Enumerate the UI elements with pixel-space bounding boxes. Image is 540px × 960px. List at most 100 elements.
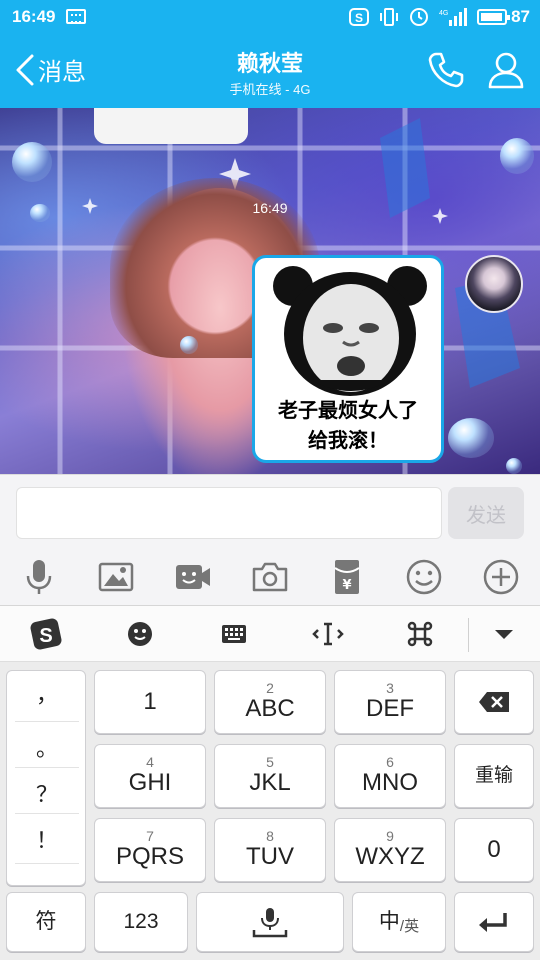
enter-icon xyxy=(479,913,507,932)
svg-text:4G: 4G xyxy=(439,10,448,17)
key-9[interactable]: 9 WXYZ xyxy=(334,818,446,882)
status-bar: 16:49 S 4G 87 xyxy=(0,0,540,34)
keyboard-toolbar: S xyxy=(0,606,540,662)
water-drop xyxy=(180,336,198,354)
contact-name: 赖秋莹 xyxy=(236,51,303,76)
water-drop xyxy=(448,418,494,458)
chat-header: 消息 赖秋莹 手机在线 - 4G xyxy=(0,34,540,108)
space-voice-key[interactable] xyxy=(196,892,344,952)
message-notification-icon xyxy=(66,9,86,24)
message-input[interactable] xyxy=(16,487,442,539)
key-9-num: 9 xyxy=(386,828,394,844)
meme-caption-line1: 老子最烦女人了 xyxy=(278,400,418,422)
signal-icon: 4G xyxy=(439,8,468,26)
svg-text:S: S xyxy=(39,625,52,647)
collapse-keyboard-icon[interactable] xyxy=(484,614,524,654)
svg-text:S: S xyxy=(355,11,363,25)
voice-input-icon xyxy=(252,908,288,938)
emoticon-icon[interactable] xyxy=(120,614,160,654)
punct-divider xyxy=(15,863,79,864)
key-3-num: 3 xyxy=(386,680,394,696)
sticker-message-bubble[interactable]: 老子最烦女人了 给我滚！ xyxy=(252,255,444,463)
key-6-num: 6 xyxy=(386,754,394,770)
punct-period[interactable]: 。 xyxy=(15,731,79,763)
key-8-label: TUV xyxy=(246,843,294,870)
key-7-label: PQRS xyxy=(115,843,184,870)
backspace-icon xyxy=(479,692,509,712)
key-4[interactable]: 4 GHI xyxy=(94,744,206,808)
symbol-label: 符 xyxy=(35,910,57,933)
status-time: 16:49 xyxy=(12,7,56,26)
symbol-key[interactable]: 符 xyxy=(6,892,86,952)
water-drop xyxy=(500,138,534,174)
sogou-logo-icon[interactable]: S xyxy=(26,614,66,654)
key-2-label: ABC xyxy=(245,695,295,722)
backspace-key[interactable] xyxy=(454,670,534,734)
battery-icon xyxy=(477,9,511,25)
key-7[interactable]: 7 PQRS xyxy=(94,818,206,882)
previous-message-bubble[interactable] xyxy=(94,108,248,144)
alarm-icon xyxy=(410,8,429,26)
battery-indicator: 87 xyxy=(477,7,530,27)
t9-keyboard: ， 。 ？ ！ 1 2 ABC 3 DEF 4 GHI 5 JKL 6 MNO … xyxy=(0,662,540,960)
back-button[interactable]: 消息 xyxy=(14,52,86,87)
video-call-icon[interactable] xyxy=(173,557,213,597)
water-drop xyxy=(506,458,522,474)
contact-status: 手机在线 - 4G xyxy=(229,82,311,97)
chat-area[interactable]: 16:49 老子最烦女人了 给我滚！ xyxy=(0,108,540,474)
meme-caption: 老子最烦女人了 给我滚！ xyxy=(255,396,441,456)
key-2-num: 2 xyxy=(266,680,274,696)
image-icon[interactable] xyxy=(96,557,136,597)
cursor-move-icon[interactable] xyxy=(308,614,348,654)
sogou-status-icon: S xyxy=(349,8,370,26)
enter-key[interactable] xyxy=(454,892,534,952)
toolbar-divider xyxy=(468,618,469,652)
key-7-num: 7 xyxy=(146,828,154,844)
key-2[interactable]: 2 ABC xyxy=(214,670,326,734)
key-5-num: 5 xyxy=(266,754,274,770)
key-0-label: 0 xyxy=(487,836,501,863)
red-packet-icon[interactable]: ¥ xyxy=(327,557,367,597)
meme-caption-line2: 给我滚！ xyxy=(308,430,388,452)
punct-divider xyxy=(15,813,79,814)
battery-level: 87 xyxy=(511,7,530,26)
punctuation-column[interactable]: ， 。 ？ ！ xyxy=(6,670,86,886)
command-icon[interactable] xyxy=(400,614,440,654)
chevron-left-icon xyxy=(16,54,34,85)
language-switch-key[interactable]: 中 /英 xyxy=(352,892,446,952)
water-drop xyxy=(12,142,52,182)
key-6-label: MNO xyxy=(362,769,418,796)
message-input-bar: 发送 xyxy=(0,474,540,548)
punct-question[interactable]: ？ xyxy=(15,777,79,809)
sender-avatar[interactable] xyxy=(465,255,523,313)
camera-icon[interactable] xyxy=(250,557,290,597)
emoji-icon[interactable] xyxy=(404,557,444,597)
vibrate-icon xyxy=(380,8,399,26)
key-8[interactable]: 8 TUV xyxy=(214,818,326,882)
key-1[interactable]: 1 xyxy=(94,670,206,734)
contact-info[interactable]: 赖秋莹 手机在线 - 4G xyxy=(170,46,370,98)
chat-timestamp: 16:49 xyxy=(252,200,288,216)
punct-comma[interactable]: ， xyxy=(15,677,79,709)
profile-icon[interactable] xyxy=(486,50,526,90)
lang-main-label: 中 xyxy=(378,910,400,933)
number-mode-key[interactable]: 123 xyxy=(94,892,188,952)
send-button[interactable]: 发送 xyxy=(448,487,524,539)
punct-divider xyxy=(15,721,79,722)
key-4-num: 4 xyxy=(146,754,154,770)
key-3-label: DEF xyxy=(366,695,414,722)
key-0[interactable]: 0 xyxy=(454,818,534,882)
key-5-label: JKL xyxy=(249,769,291,796)
plus-icon[interactable] xyxy=(481,557,521,597)
microphone-icon[interactable] xyxy=(19,557,59,597)
keyboard-layout-icon[interactable] xyxy=(214,614,254,654)
punct-exclaim[interactable]: ！ xyxy=(15,823,79,855)
key-5[interactable]: 5 JKL xyxy=(214,744,326,808)
retype-key[interactable]: 重输 xyxy=(454,744,534,808)
key-6[interactable]: 6 MNO xyxy=(334,744,446,808)
key-8-num: 8 xyxy=(266,828,274,844)
back-label: 消息 xyxy=(38,59,86,86)
phone-call-icon[interactable] xyxy=(426,50,466,90)
top-bar: 16:49 S 4G 87 消息 赖秋莹 手机在线 - 4G xyxy=(0,0,540,108)
key-3[interactable]: 3 DEF xyxy=(334,670,446,734)
